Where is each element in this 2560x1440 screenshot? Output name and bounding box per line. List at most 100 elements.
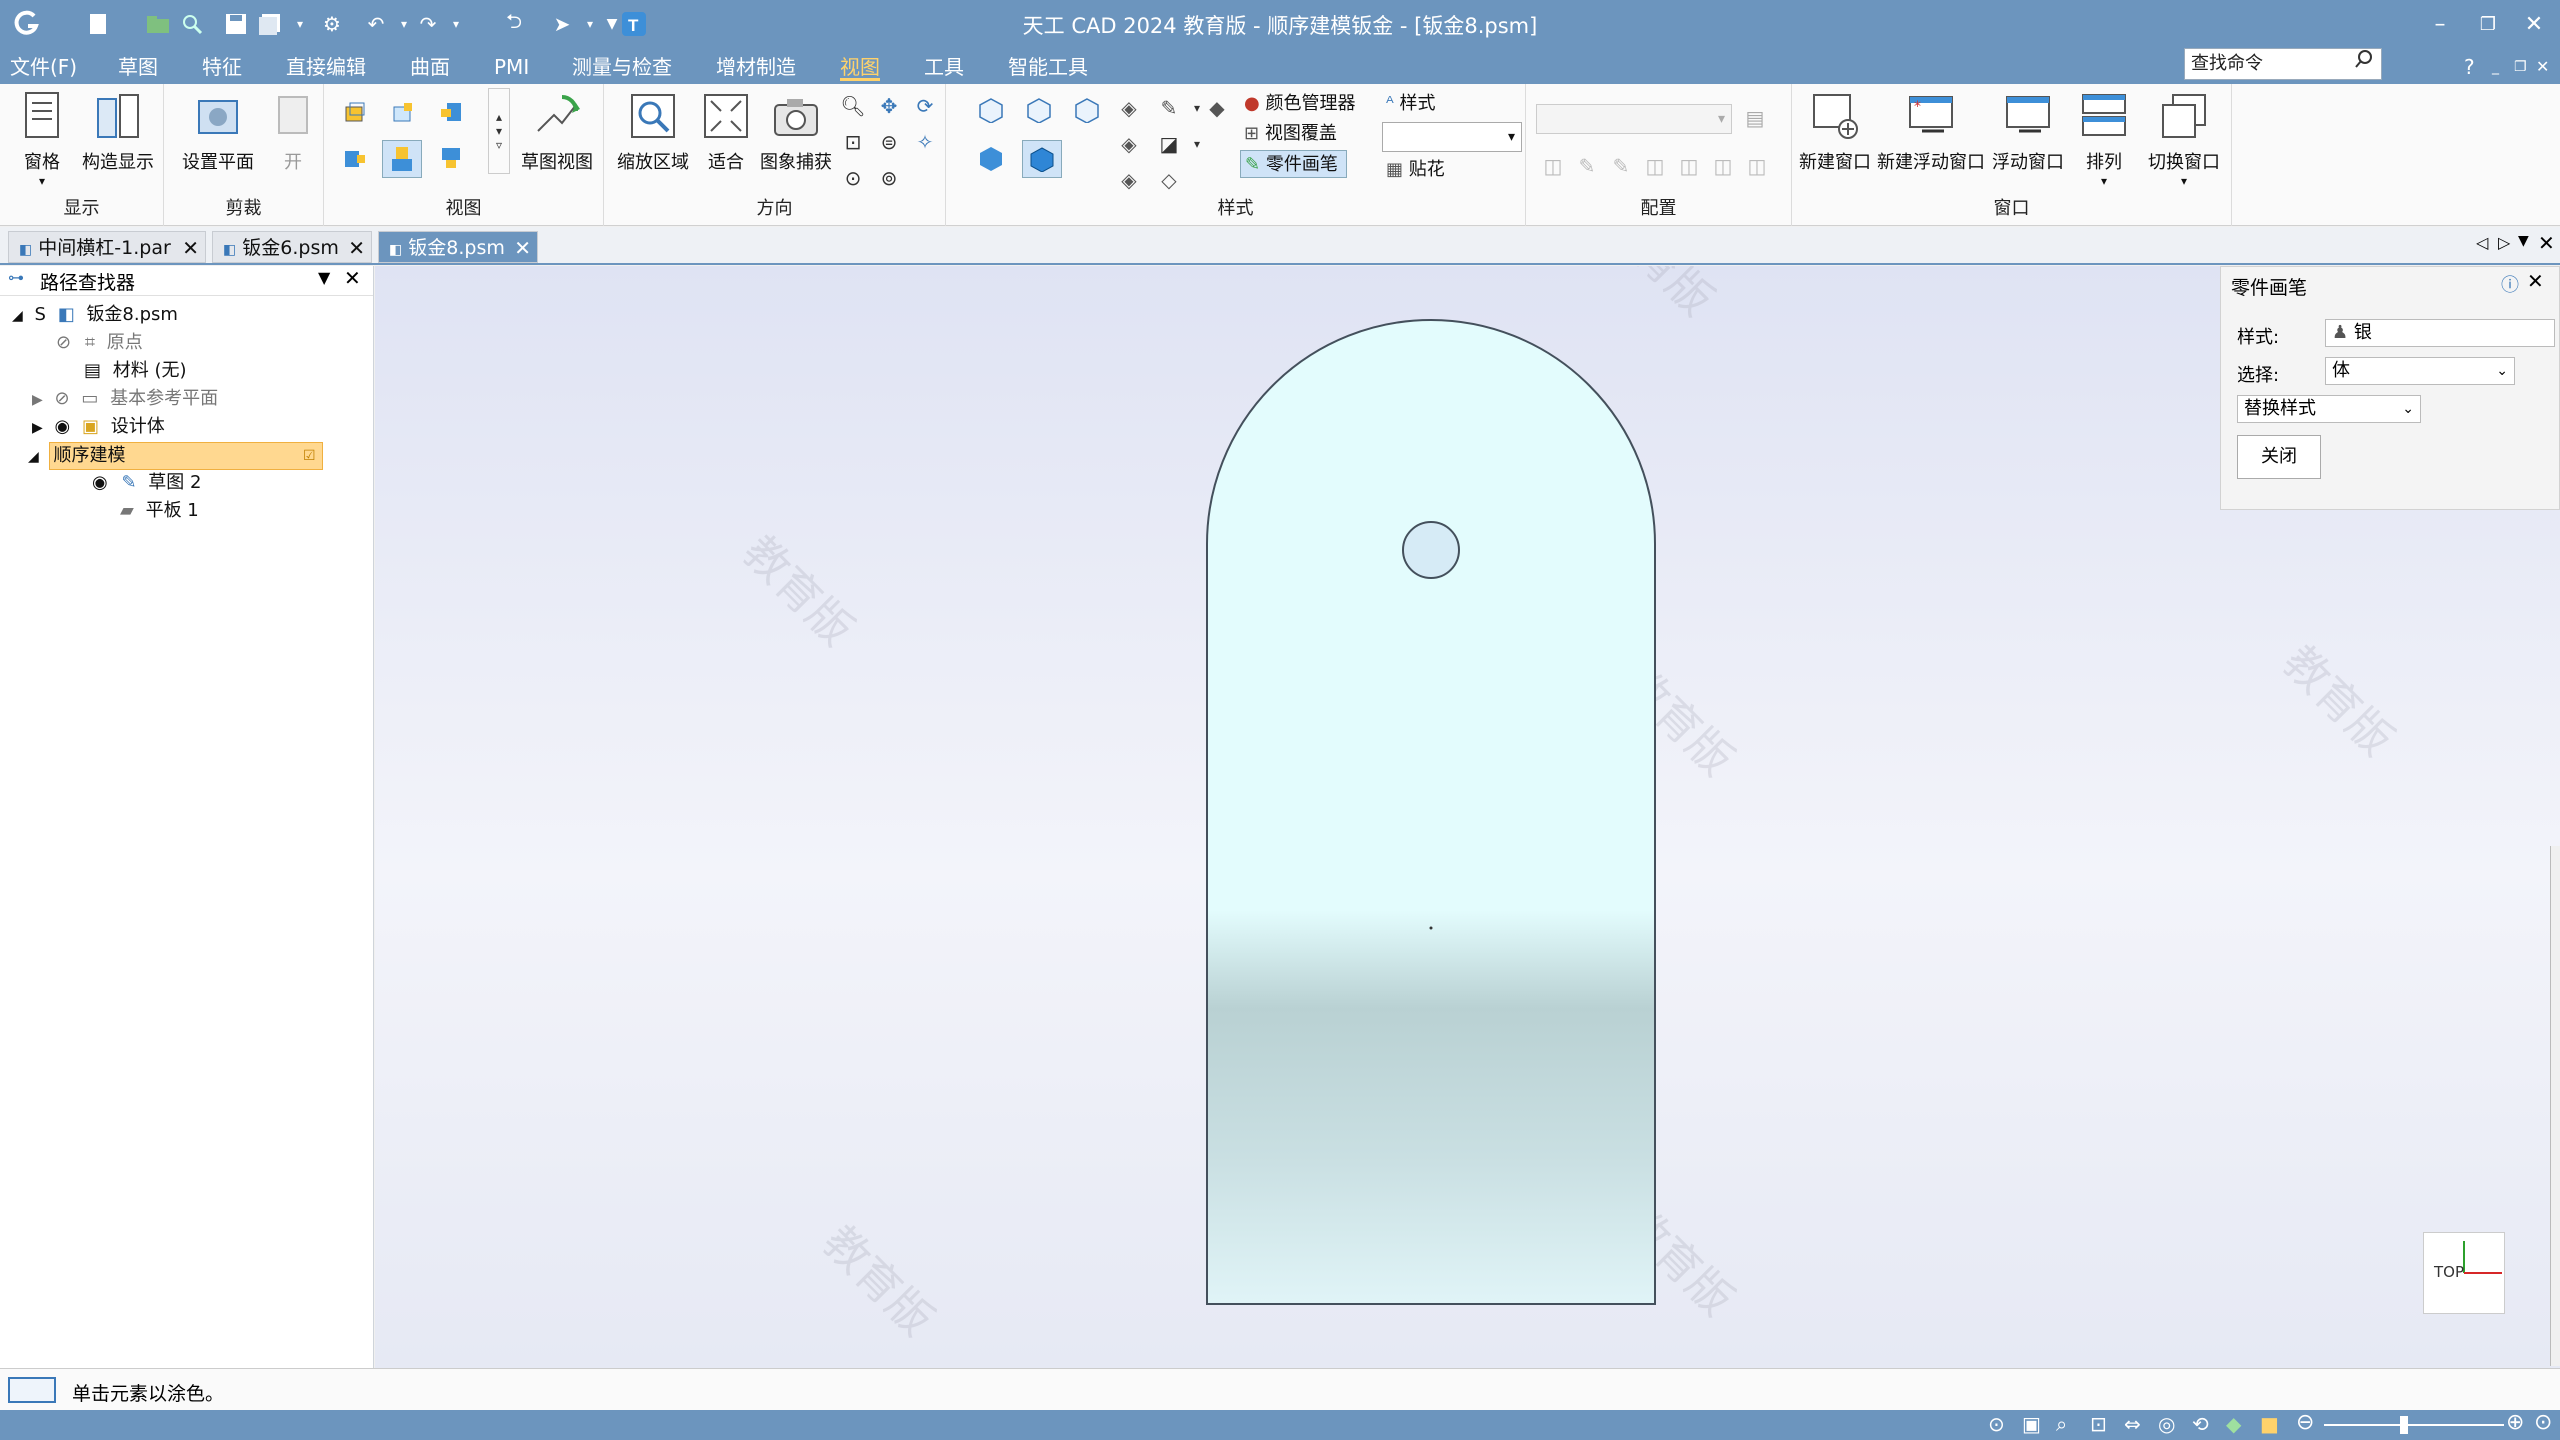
tab-close-icon[interactable]: ✕ (348, 232, 365, 264)
zoom-slider-track[interactable] (2324, 1424, 2504, 1426)
color-manager-button[interactable]: ● 颜色管理器 (1244, 90, 1355, 118)
render-2-icon[interactable]: ✎ (1154, 94, 1184, 122)
help-icon[interactable]: ? (2464, 53, 2475, 81)
fit-control-icon[interactable]: ⊡ (2090, 1412, 2107, 1436)
menu-additive[interactable]: 增材制造 (716, 53, 796, 81)
visible-eye-icon[interactable]: ◉ (92, 472, 108, 493)
switch-window-dropdown-icon[interactable]: ▾ (2142, 174, 2226, 188)
view-cube[interactable]: TOP (2423, 1232, 2505, 1314)
tree-item-design-body[interactable]: ▶ ◉ ▣ 设计体 (32, 414, 165, 440)
pane-button[interactable]: 窗格 ▾ (10, 90, 74, 188)
style-control-icon[interactable]: ■ (2260, 1412, 2279, 1436)
tree-item-root[interactable]: ◢ S ◧ 钣金8.psm (12, 302, 178, 328)
view-tool-2-icon[interactable] (388, 98, 418, 126)
tree-item-origin[interactable]: ⊘ ⌗ 原点 (56, 330, 143, 356)
construction-display-button[interactable]: 构造显示 (76, 90, 160, 174)
config-tool-2-icon[interactable]: ✎ (1572, 152, 1602, 180)
config-tool-7-icon[interactable]: ◫ (1742, 152, 1772, 180)
config-tool-5-icon[interactable]: ◫ (1674, 152, 1704, 180)
config-tool-4-icon[interactable]: ◫ (1640, 152, 1670, 180)
doc-restore-icon[interactable]: ❐ (2514, 53, 2527, 81)
config-tool-1-icon[interactable]: ◫ (1538, 152, 1568, 180)
zoom-area-button[interactable]: 缩放区域 (612, 90, 694, 174)
orbit-icon[interactable]: ✧ (910, 128, 940, 156)
zoom-reset-icon[interactable]: ⊙ (2534, 1410, 2552, 1435)
clip-on-button[interactable]: 开 (268, 90, 318, 174)
zoom-in-icon[interactable]: ⊕ (2506, 1410, 2524, 1435)
zoom-slider-thumb[interactable] (2400, 1416, 2408, 1434)
visible-eye-icon[interactable]: ◉ (55, 416, 71, 437)
menu-measure[interactable]: 测量与检查 (572, 53, 672, 81)
view-tool-4-icon[interactable] (340, 144, 370, 172)
tab-middle-bar[interactable]: ◧ 中间横杠-1.par ✕ (8, 231, 206, 263)
view-overlay-button[interactable]: ⊞ 视图覆盖 (1244, 120, 1337, 148)
tree-item-tab-1[interactable]: ▰ 平板 1 (120, 498, 199, 524)
rotate-icon[interactable]: ⟳ (910, 92, 940, 120)
tree-item-ordered[interactable]: ◢ 顺序建模 ☑ (28, 442, 334, 470)
decal-button[interactable]: ▦ 贴花 (1386, 156, 1445, 184)
tab-close-icon[interactable]: ✕ (182, 232, 199, 264)
menu-smart-tools[interactable]: 智能工具 (1008, 53, 1088, 81)
render-5-dropdown-icon[interactable]: ▾ (1182, 130, 1212, 158)
view-iso-icon[interactable] (976, 96, 1006, 124)
select-field[interactable]: 体 ⌄ (2325, 357, 2515, 385)
fit-button[interactable]: 适合 (696, 90, 756, 174)
capture-control-icon[interactable]: ◎ (2158, 1412, 2175, 1436)
command-bar-icon[interactable] (8, 1377, 56, 1403)
menu-feature[interactable]: 特征 (202, 53, 242, 81)
tab-scroll-right-icon[interactable]: ▷ (2498, 233, 2510, 252)
new-floating-window-button[interactable]: * 新建浮动窗口 (1876, 90, 1986, 174)
view-tool-3-icon[interactable] (436, 98, 466, 126)
render-control-icon[interactable]: ◆ (2226, 1412, 2241, 1436)
spin-icon[interactable]: ⊜ (874, 128, 904, 156)
menu-file[interactable]: 文件(F) (10, 53, 77, 81)
hidden-eye-icon[interactable]: ⊘ (55, 388, 70, 409)
new-window-button[interactable]: 新建窗口 (1796, 90, 1874, 174)
menu-pmi[interactable]: PMI (494, 53, 529, 81)
hidden-eye-icon[interactable]: ⊘ (56, 332, 71, 353)
shaded-icon[interactable] (976, 144, 1006, 172)
panel-help-icon[interactable]: ⓘ (2501, 271, 2519, 297)
render-1-icon[interactable]: ◈ (1114, 94, 1144, 122)
tab-list-icon[interactable]: ▼ (2518, 233, 2529, 249)
replace-style-select[interactable]: 替换样式 ⌄ (2237, 395, 2421, 423)
collapse-arrow-icon[interactable]: ◢ (28, 449, 39, 465)
shaded-edges-icon[interactable] (1022, 140, 1062, 178)
config-save-icon[interactable]: ▤ (1740, 104, 1770, 132)
collapse-arrow-icon[interactable]: ◢ (12, 308, 23, 324)
style-field[interactable]: ♟ 银 (2325, 319, 2555, 347)
zoom-fit-icon[interactable]: ⊡ (838, 128, 868, 156)
render-7-icon[interactable]: ◇ (1154, 166, 1184, 194)
rotate-control-icon[interactable]: ⟲ (2192, 1412, 2209, 1436)
tree-item-ref-planes[interactable]: ▶ ⊘ ▭ 基本参考平面 (32, 386, 218, 412)
tree-item-material[interactable]: ▤ 材料 (无) (84, 358, 187, 384)
zoom-control-icon[interactable]: ⌕ (2056, 1412, 2067, 1436)
menu-sketch[interactable]: 草图 (118, 53, 158, 81)
right-edge-toolbar[interactable] (2550, 846, 2560, 1366)
tab-close-icon[interactable]: ✕ (514, 232, 531, 264)
pan-icon[interactable]: ✥ (874, 92, 904, 120)
config-tool-3-icon[interactable]: ✎ (1606, 152, 1636, 180)
zoom-out-icon[interactable]: ⊖ (2296, 1410, 2314, 1435)
style-button[interactable]: ᴬ 样式 (1386, 90, 1436, 118)
tab-scroll-left-icon[interactable]: ◁ (2476, 233, 2488, 252)
pane-dropdown-icon[interactable]: ▾ (10, 174, 74, 188)
style-select[interactable]: ▾ (1382, 122, 1522, 152)
close-window-button[interactable]: ✕ (2514, 8, 2554, 40)
restore-button[interactable]: ❐ (2468, 8, 2508, 40)
render-6-icon[interactable]: ◈ (1114, 166, 1144, 194)
view-tool-6-icon[interactable] (436, 144, 466, 172)
menu-view[interactable]: 视图 (840, 53, 880, 81)
view-gallery-scroll[interactable]: ▴ ▾ ▿ (488, 88, 510, 174)
switch-window-button[interactable]: 切换窗口 ▾ (2142, 90, 2226, 188)
sketch-view-button[interactable]: 草图视图 (514, 90, 600, 174)
close-all-tabs-icon[interactable]: ✕ (2538, 231, 2555, 255)
config-select[interactable]: ▾ (1536, 104, 1732, 134)
close-button[interactable]: 关闭 (2237, 435, 2321, 479)
minimize-button[interactable]: – (2420, 8, 2460, 40)
pan-control-icon[interactable]: ⇔ (2124, 1412, 2141, 1436)
config-tool-6-icon[interactable]: ◫ (1708, 152, 1738, 180)
tree-item-sketch-2[interactable]: ◉ ✎ 草图 2 (92, 470, 201, 496)
view-control-2-icon[interactable]: ▣ (2022, 1412, 2041, 1436)
set-plane-button[interactable]: 设置平面 (172, 90, 264, 174)
